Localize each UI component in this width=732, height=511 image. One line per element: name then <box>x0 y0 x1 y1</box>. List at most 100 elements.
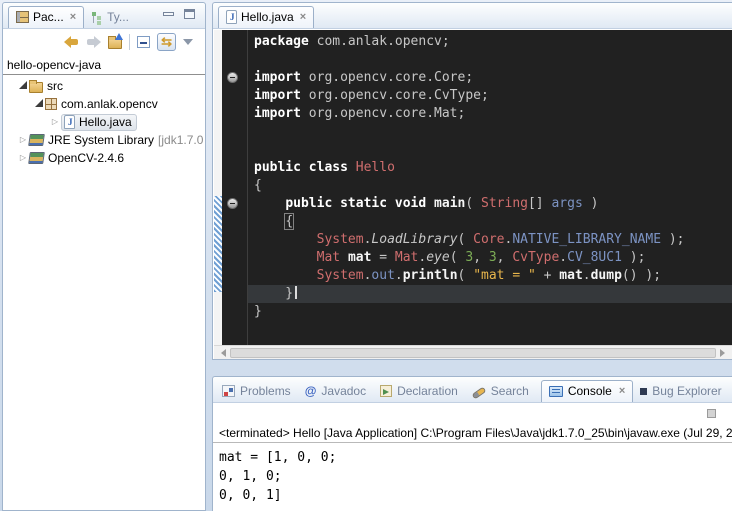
tab-label: Pac... <box>33 10 64 24</box>
tab-javadoc[interactable]: @ Javadoc <box>298 381 373 402</box>
code-line[interactable]: { <box>248 213 732 231</box>
tab-label: Problems <box>240 384 291 398</box>
minimize-icon[interactable] <box>163 12 174 16</box>
java-file-icon <box>64 115 75 129</box>
bottom-view-tabbar: Problems @ Javadoc Declaration Search Co… <box>213 377 732 403</box>
javadoc-icon: @ <box>305 385 317 397</box>
editor-tab-label: Hello.java <box>241 10 294 24</box>
tree-item-src[interactable]: src <box>3 77 205 95</box>
tab-type-hierarchy[interactable]: Ty... <box>84 7 136 28</box>
scroll-right-icon[interactable] <box>720 349 729 357</box>
editor-area: Hello.java × package com.anlak.opencv; im… <box>212 2 732 360</box>
code-line[interactable]: public class Hello <box>248 159 732 177</box>
tab-label: Console <box>568 384 612 398</box>
editor-tabbar: Hello.java × <box>213 3 732 29</box>
type-hierarchy-icon <box>91 11 103 24</box>
tab-label: Ty... <box>107 10 129 24</box>
plugin-square-icon <box>640 388 647 395</box>
console-status-line: <terminated> Hello [Java Application] C:… <box>213 423 732 443</box>
declaration-icon <box>380 385 392 397</box>
code-line[interactable]: package com.anlak.opencv; <box>248 33 732 51</box>
tree-item-label: OpenCV-2.4.6 <box>48 151 124 165</box>
code-line[interactable]: } <box>248 303 732 321</box>
back-icon[interactable] <box>64 36 79 49</box>
code-line[interactable]: System.out.println( "mat = " + mat.dump(… <box>248 267 732 285</box>
package-explorer-toolbar: ⇆ <box>3 29 205 55</box>
tab-declaration[interactable]: Declaration <box>373 381 465 402</box>
tab-label: Declaration <box>397 384 458 398</box>
left-view-tabbar: Pac... × Ty... <box>3 3 205 29</box>
fold-collapse-icon[interactable] <box>227 198 238 209</box>
tab-label: Javadoc <box>321 384 366 398</box>
horizontal-scrollbar[interactable] <box>214 345 732 359</box>
range-indicator <box>214 196 222 292</box>
scrollbar-thumb[interactable] <box>230 348 716 358</box>
problems-icon <box>222 385 235 397</box>
text-caret <box>295 286 297 299</box>
console-output-line: 0, 1, 0; <box>219 467 732 486</box>
expander-collapsed-icon[interactable]: ▷ <box>20 136 26 144</box>
project-label[interactable]: hello-opencv-java <box>3 55 205 75</box>
console-view: Problems @ Javadoc Declaration Search Co… <box>212 376 732 511</box>
project-tree: src com.anlak.opencv ▷ Hello.java ▷ JRE … <box>3 75 205 167</box>
package-icon <box>45 98 57 110</box>
code-line[interactable]: import org.opencv.core.Mat; <box>248 105 732 123</box>
code-line[interactable] <box>248 141 732 159</box>
code-line[interactable]: { <box>248 177 732 195</box>
library-icon <box>28 134 45 146</box>
tree-item-label: src <box>47 79 63 93</box>
expander-collapsed-icon[interactable]: ▷ <box>52 118 58 126</box>
tab-package-explorer[interactable]: Pac... × <box>8 6 84 28</box>
link-with-editor-button[interactable]: ⇆ <box>157 33 176 51</box>
code-lines[interactable]: package com.anlak.opencv; import org.open… <box>248 30 732 345</box>
tab-label: Bug Explorer <box>652 384 721 398</box>
tree-item-label: com.anlak.opencv <box>61 97 158 111</box>
collapse-all-icon[interactable] <box>137 36 150 48</box>
eclipse-window: { "left_panel": { "tabs": [ { "label": "… <box>0 0 732 511</box>
console-output[interactable]: mat = [1, 0, 0; 0, 1, 0; 0, 0, 1] <box>213 443 732 505</box>
maximize-icon[interactable] <box>184 9 195 19</box>
console-output-line: mat = [1, 0, 0; <box>219 448 732 467</box>
search-icon <box>471 387 486 400</box>
console-toolbar <box>213 403 732 423</box>
toolbar-separator <box>129 34 130 50</box>
expander-collapsed-icon[interactable]: ▷ <box>20 154 26 162</box>
editor-body: package com.anlak.opencv; import org.open… <box>214 30 732 345</box>
code-line[interactable] <box>248 123 732 141</box>
tree-item-hello-java[interactable]: ▷ Hello.java <box>3 113 205 131</box>
tree-item-decoration: [jdk1.7.0 <box>158 133 203 147</box>
code-line[interactable]: Mat mat = Mat.eye( 3, 3, CvType.CV_8UC1 … <box>248 249 732 267</box>
close-icon[interactable]: × <box>619 385 625 397</box>
tree-item-jre-library[interactable]: ▷ JRE System Library [jdk1.7.0 <box>3 131 205 149</box>
code-line[interactable]: import org.opencv.core.Core; <box>248 69 732 87</box>
forward-icon[interactable] <box>86 36 101 49</box>
code-line[interactable]: System.LoadLibrary( Core.NATIVE_LIBRARY_… <box>248 231 732 249</box>
code-line[interactable]: } <box>248 285 732 303</box>
scroll-left-icon[interactable] <box>217 349 226 357</box>
annotation-ruler[interactable] <box>214 30 222 345</box>
fold-gutter[interactable] <box>222 30 248 345</box>
selected-tree-item[interactable]: Hello.java <box>61 114 137 131</box>
editor-tab-hello-java[interactable]: Hello.java × <box>218 6 314 28</box>
fold-collapse-icon[interactable] <box>227 72 238 83</box>
code-line[interactable]: import org.opencv.core.CvType; <box>248 87 732 105</box>
code-line[interactable]: public static void main( String[] args ) <box>248 195 732 213</box>
code-line[interactable] <box>248 51 732 69</box>
java-file-icon <box>226 10 237 24</box>
tree-item-label: JRE System Library <box>48 133 154 147</box>
tree-item-opencv-library[interactable]: ▷ OpenCV-2.4.6 <box>3 149 205 167</box>
console-icon <box>549 386 563 397</box>
library-icon <box>28 152 45 164</box>
tab-console[interactable]: Console × <box>541 380 633 402</box>
go-up-icon[interactable] <box>108 38 122 49</box>
console-toolbar-icon[interactable] <box>707 409 716 418</box>
expander-expanded-icon[interactable] <box>35 99 43 107</box>
tab-problems[interactable]: Problems <box>215 381 298 402</box>
tab-search[interactable]: Search <box>465 381 536 402</box>
close-icon[interactable]: × <box>300 11 306 23</box>
close-icon[interactable]: × <box>70 11 76 23</box>
tab-bug-explorer[interactable]: Bug Explorer <box>633 381 728 402</box>
view-menu-icon[interactable] <box>183 39 193 45</box>
tree-item-package[interactable]: com.anlak.opencv <box>3 95 205 113</box>
expander-expanded-icon[interactable] <box>19 81 27 89</box>
